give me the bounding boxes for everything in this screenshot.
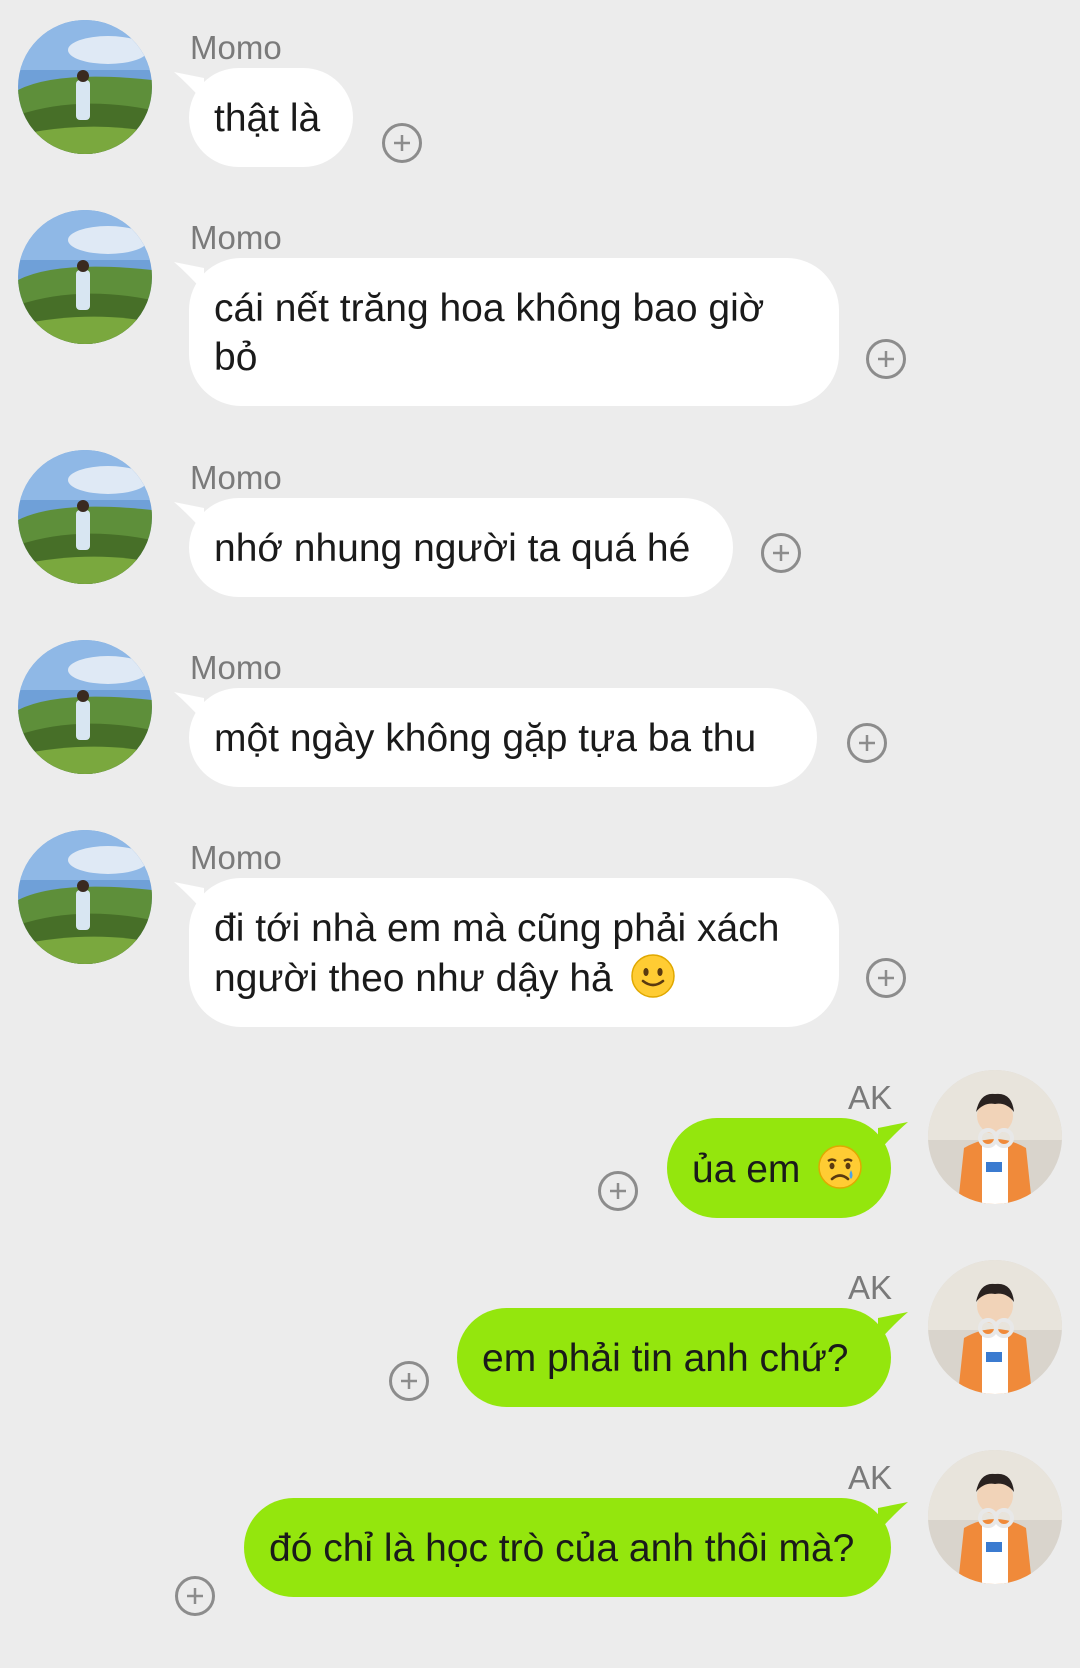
plus-icon — [187, 1588, 203, 1604]
plus-icon — [878, 970, 894, 986]
add-reaction-button[interactable] — [175, 1576, 215, 1616]
avatar[interactable] — [18, 20, 152, 154]
slightly-smiling-face-icon — [630, 954, 675, 998]
sender-name: Momo — [190, 649, 282, 686]
message-text: đó chỉ là học trò của anh thôi mà? — [269, 1527, 855, 1570]
message-text: em phải tin anh chứ? — [482, 1337, 849, 1380]
plus-icon — [401, 1373, 417, 1389]
message-bubble[interactable]: em phải tin anh chứ? — [457, 1308, 891, 1407]
sender-name: Momo — [190, 839, 282, 876]
message-text: ủa em — [692, 1148, 801, 1191]
add-reaction-button[interactable] — [866, 958, 906, 998]
avatar[interactable] — [928, 1450, 1062, 1584]
message-text: một ngày không gặp tựa ba thu — [214, 717, 757, 760]
add-reaction-button[interactable] — [389, 1361, 429, 1401]
message-bubble[interactable]: một ngày không gặp tựa ba thu — [189, 688, 817, 787]
message-bubble[interactable]: cái nết trăng hoa không bao giờ bỏ — [189, 258, 839, 406]
plus-icon — [859, 735, 875, 751]
sender-name: AK — [847, 1459, 892, 1496]
add-reaction-button[interactable] — [847, 723, 887, 763]
avatar[interactable] — [928, 1070, 1062, 1204]
message-bubble[interactable]: thật là — [189, 68, 353, 167]
add-reaction-button[interactable] — [866, 339, 906, 379]
crying-face-icon — [818, 1145, 862, 1189]
message-bubble[interactable]: đó chỉ là học trò của anh thôi mà? — [244, 1498, 891, 1597]
add-reaction-button[interactable] — [598, 1171, 638, 1211]
avatar[interactable] — [18, 640, 152, 774]
add-reaction-button[interactable] — [382, 123, 422, 163]
sender-name: Momo — [190, 459, 282, 496]
message-bubble[interactable]: ủa em — [667, 1118, 891, 1218]
plus-icon — [773, 545, 789, 561]
avatar[interactable] — [18, 210, 152, 344]
sender-name: AK — [847, 1079, 892, 1116]
avatar[interactable] — [18, 830, 152, 964]
message-bubble[interactable]: đi tới nhà em mà cũng phải xách người th… — [189, 878, 839, 1027]
plus-icon — [394, 135, 410, 151]
avatar[interactable] — [928, 1260, 1062, 1394]
message-text: thật là — [214, 97, 321, 140]
message-text: nhớ nhung người ta quá hé — [214, 527, 691, 570]
add-reaction-button[interactable] — [761, 533, 801, 573]
message-text: đi tới nhà em mà cũng phải xách người th… — [214, 907, 780, 1000]
message-text: cái nết trăng hoa không bao giờ bỏ — [214, 287, 765, 379]
plus-icon — [878, 351, 894, 367]
sender-name: Momo — [190, 219, 282, 256]
plus-icon — [610, 1183, 626, 1199]
sender-name: AK — [847, 1269, 892, 1306]
avatar[interactable] — [18, 450, 152, 584]
message-bubble[interactable]: nhớ nhung người ta quá hé — [189, 498, 733, 597]
sender-name: Momo — [190, 29, 282, 66]
